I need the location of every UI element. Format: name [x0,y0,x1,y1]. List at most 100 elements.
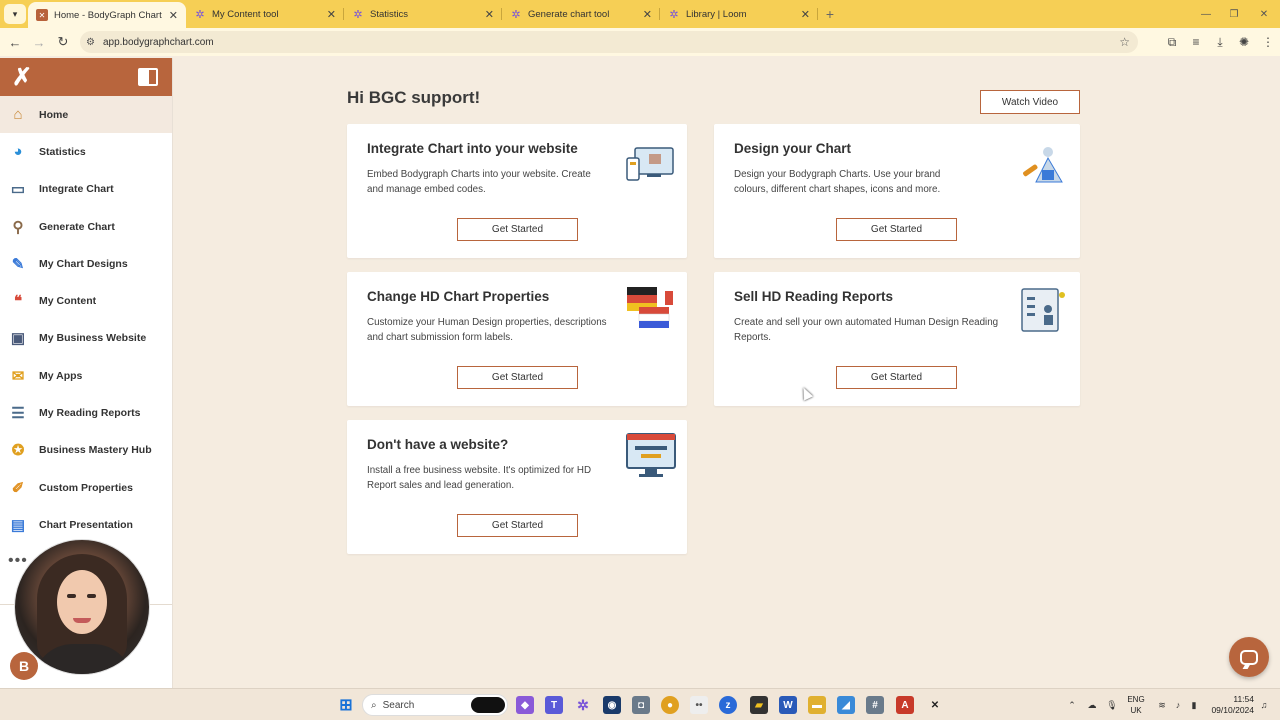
taskbar-search-input[interactable]: ⌕ Search [362,694,508,716]
windows-start-icon[interactable]: ⊞ [337,696,355,714]
sidebar-item-my-chart-designs[interactable]: ✎ My Chart Designs [0,245,172,282]
sidebar-item-home[interactable]: ⌂ Home [0,96,172,134]
chat-support-button[interactable] [1229,637,1269,677]
sidebar-item-statistics[interactable]: ◕ Statistics [0,133,172,170]
file-explorer-icon[interactable]: ▬ [808,696,826,714]
reload-icon[interactable]: ↻ [51,30,75,54]
sidebar-item-integrate-chart[interactable]: ▭ Integrate Chart [0,171,172,208]
url-field[interactable]: ⚙ app.bodygraphchart.com ☆ [80,31,1138,53]
address-bar-row: ← → ↻ ⚙ app.bodygraphchart.com ☆ ⧉ ≡ ⤓ ✺… [0,28,1280,56]
language-code: ENG [1127,695,1145,704]
card-description: Install a free business website. It's op… [367,465,592,491]
download-icon[interactable]: ⤓ [1208,35,1232,50]
zoom-icon[interactable]: z [719,696,737,714]
reading-list-icon[interactable]: ≡ [1184,35,1208,49]
sidebar-toggle-icon[interactable] [138,68,158,86]
get-started-button[interactable]: Get Started [457,366,578,389]
watch-video-button[interactable]: Watch Video [980,90,1080,114]
sidebar-item-my-apps[interactable]: ✉ My Apps [0,357,172,394]
profile-icon[interactable]: ✺ [1232,35,1256,49]
website-illustration-icon [626,433,676,477]
photos-icon[interactable]: ◢ [837,696,855,714]
browser-tab-statistics[interactable]: ✲ Statistics ✕ [344,0,502,28]
pdf-icon[interactable]: A [896,696,914,714]
copilot-icon[interactable]: ◆ [516,696,534,714]
card-sell-reading-reports: Sell HD Reading Reports Create and sell … [714,272,1080,406]
notification-bell-icon[interactable]: ♫ [1256,700,1272,710]
tab-search-menu-button[interactable]: ▾ [4,4,26,24]
close-icon[interactable]: ✕ [485,8,494,21]
close-icon[interactable]: ✕ [801,8,810,21]
chat-bubble-icon [1240,649,1258,665]
tab-title: My Content tool [212,8,279,20]
sidebar-item-label: My Content [39,295,97,308]
volume-icon[interactable]: ♪ [1170,700,1186,710]
chevron-up-icon[interactable]: ⌃ [1062,700,1082,711]
site-info-icon[interactable]: ⚙ [86,37,95,48]
sidebar-item-chart-presentation[interactable]: ▤ Chart Presentation [0,506,172,543]
camera-app-icon[interactable]: ◘ [632,696,650,714]
sidebar-item-business-mastery-hub[interactable]: ✪ Business Mastery Hub [0,432,172,469]
more-dots-icon[interactable]: ••• [8,552,28,570]
sidebar-item-label: My Reading Reports [39,407,141,420]
close-icon[interactable]: ✕ [327,8,336,21]
browser-toolbar-right: ⧉ ≡ ⤓ ✺ ⋮ [1160,28,1280,56]
gear-app-icon[interactable]: ✲ [574,696,592,714]
devices-illustration-icon [626,147,674,181]
new-tab-button[interactable]: + [818,0,842,28]
bodygraph-logo-icon[interactable]: ✗ [12,63,32,92]
sidebar-item-my-reading-reports[interactable]: ☰ My Reading Reports [0,394,172,431]
get-started-button[interactable]: Get Started [836,218,957,241]
close-icon[interactable]: ✕ [643,8,652,21]
browser-tab-home[interactable]: ✕ Home - BodyGraph Chart ✕ [28,2,186,28]
sidebar-item-generate-chart[interactable]: ⚲ Generate Chart [0,208,172,245]
word-icon[interactable]: W [779,696,797,714]
sidebar-item-label: Statistics [39,145,86,158]
close-window-icon[interactable]: ✕ [1248,0,1280,28]
webcam-eye [87,594,96,598]
language-indicator[interactable]: ENG UK [1124,694,1148,716]
microphone-icon[interactable]: 🎙︎ [1102,700,1122,711]
bookmark-star-icon[interactable]: ☆ [1119,35,1130,49]
back-icon[interactable]: ← [3,30,27,54]
language-flags-illustration-icon [627,287,673,328]
tab-title: Statistics [370,8,409,20]
forward-icon[interactable]: → [27,30,51,54]
monitor-icon: ▭ [10,181,26,199]
teams-icon[interactable]: T [545,696,563,714]
avatar[interactable]: B [10,652,38,680]
design-icon: ✎ [11,255,25,273]
battery-icon[interactable]: ▮ [1186,700,1202,711]
browser-tab-loom[interactable]: ✲ Library | Loom ✕ [660,0,818,28]
browser-menu-icon[interactable]: ⋮ [1256,35,1280,49]
card-title: Design your Chart [734,141,852,156]
browser-tab-my-content[interactable]: ✲ My Content tool ✕ [186,0,344,28]
recorder-icon[interactable]: ◉ [603,696,621,714]
pie-chart-icon: ◕ [13,143,23,161]
taskbar-clock[interactable]: 11:54 09/10/2024 [1206,694,1254,716]
sticky-notes-icon[interactable]: ▰ [750,696,768,714]
loom-icon: ✲ [669,8,679,21]
browser-tab-generate-chart[interactable]: ✲ Generate chart tool ✕ [502,0,660,28]
card-no-website: Don't have a website? Install a free bus… [347,420,687,554]
url-text: app.bodygraphchart.com [102,36,214,48]
sidebar-item-my-business-website[interactable]: ▣ My Business Website [0,320,172,357]
webcam-face [57,570,107,634]
webcam-eye [67,594,76,598]
onedrive-icon[interactable]: ☁ [1082,700,1102,711]
get-started-button[interactable]: Get Started [457,218,578,241]
sidebar-item-my-content[interactable]: ❝ My Content [0,282,172,319]
apps-icon: ✉ [11,367,25,385]
get-started-button[interactable]: Get Started [457,514,578,537]
capcut-icon[interactable]: ✕ [926,696,944,714]
restore-icon[interactable]: ❐ [1218,0,1250,28]
card-title: Change HD Chart Properties [367,289,550,304]
app-dots-icon[interactable]: •• [690,696,708,714]
chrome-icon[interactable]: ● [661,696,679,714]
close-icon[interactable]: ✕ [169,9,178,22]
get-started-button[interactable]: Get Started [836,366,957,389]
wifi-icon[interactable]: ≋ [1154,700,1170,711]
calculator-icon[interactable]: # [866,696,884,714]
sidebar-item-custom-properties[interactable]: ✐ Custom Properties [0,469,172,506]
extensions-icon[interactable]: ⧉ [1160,35,1184,50]
